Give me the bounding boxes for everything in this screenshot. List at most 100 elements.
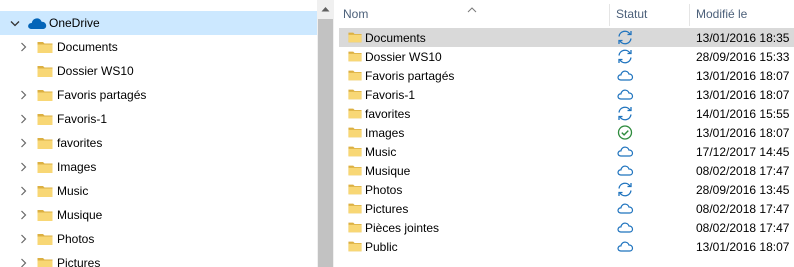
file-modified-date: 13/01/2016 18:07 [696, 69, 790, 83]
sort-ascending-icon [467, 2, 477, 16]
nav-item-label: Photos [57, 232, 95, 246]
file-name: Photos [365, 183, 403, 197]
file-row[interactable]: favorites 14/01/2016 15:55 [339, 104, 794, 123]
column-header-name[interactable]: Nom [343, 0, 368, 28]
chevron-right-icon[interactable] [17, 251, 29, 267]
file-row[interactable]: Pièces jointes 08/02/2018 17:47 [339, 218, 794, 237]
file-name: Dossier WS10 [365, 50, 442, 64]
file-row[interactable]: Favoris partagés 13/01/2016 18:07 [339, 66, 794, 85]
nav-item-label: Favoris-1 [57, 112, 108, 126]
file-name: favorites [365, 107, 411, 121]
file-modified-date: 17/12/2017 14:45 [696, 145, 790, 159]
file-row[interactable]: Public 13/01/2016 18:07 [339, 237, 794, 256]
file-modified-date: 28/09/2016 13:45 [696, 183, 790, 197]
available-check-icon [616, 124, 634, 141]
folder-icon [348, 31, 362, 43]
chevron-right-icon[interactable] [17, 131, 29, 155]
nav-item-folder[interactable]: Favoris partagés [0, 83, 317, 107]
online-only-cloud-icon [616, 143, 634, 160]
nav-item-folder[interactable]: Documents [0, 35, 317, 59]
nav-item-folder[interactable]: Musique [0, 203, 317, 227]
file-modified-date: 13/01/2016 18:07 [696, 240, 790, 254]
file-name: Musique [365, 164, 411, 178]
folder-icon [37, 63, 53, 79]
file-name: Documents [365, 31, 426, 45]
file-name: Images [365, 126, 405, 140]
file-name: Public [365, 240, 398, 254]
file-modified-date: 08/02/2018 17:47 [696, 202, 790, 216]
column-divider[interactable] [689, 4, 690, 26]
sync-pending-icon [616, 181, 634, 198]
nav-item-label: Dossier WS10 [57, 64, 134, 78]
file-row[interactable]: Musique 08/02/2018 17:47 [339, 161, 794, 180]
folder-icon [37, 39, 53, 55]
online-only-cloud-icon [616, 219, 634, 236]
nav-item-folder[interactable]: Pictures [0, 251, 317, 267]
column-header-modified[interactable]: Modifié le [696, 0, 747, 28]
online-only-cloud-icon [616, 162, 634, 179]
online-only-cloud-icon [616, 238, 634, 255]
file-modified-date: 13/01/2016 18:07 [696, 126, 790, 140]
file-modified-date: 28/09/2016 15:33 [696, 50, 790, 64]
folder-icon [37, 159, 53, 175]
nav-item-onedrive[interactable]: OneDrive [0, 11, 317, 35]
file-name: Pictures [365, 202, 409, 216]
online-only-cloud-icon [616, 200, 634, 217]
file-modified-date: 08/02/2018 17:47 [696, 164, 790, 178]
nav-item-label: Documents [57, 40, 118, 54]
scrollbar-thumb[interactable] [318, 19, 333, 267]
sync-pending-icon [616, 48, 634, 65]
scroll-up-arrow-icon[interactable] [317, 0, 334, 17]
file-name: Favoris partagés [365, 69, 455, 83]
folder-icon [348, 145, 362, 157]
file-row[interactable]: Pictures 08/02/2018 17:47 [339, 199, 794, 218]
folder-icon [348, 202, 362, 214]
column-header-status[interactable]: Statut [616, 0, 647, 28]
chevron-down-icon[interactable] [9, 11, 21, 35]
file-name: Music [365, 145, 397, 159]
file-name: Pièces jointes [365, 221, 440, 235]
nav-item-folder[interactable]: favorites [0, 131, 317, 155]
folder-icon [348, 88, 362, 100]
folder-icon [37, 87, 53, 103]
folder-icon [348, 221, 362, 233]
folder-icon [37, 231, 53, 247]
nav-item-label: OneDrive [49, 16, 100, 30]
file-modified-date: 13/01/2016 18:35 [696, 31, 790, 45]
online-only-cloud-icon [616, 86, 634, 103]
nav-item-folder[interactable]: Music [0, 179, 317, 203]
chevron-right-icon[interactable] [17, 179, 29, 203]
nav-item-label: Music [57, 184, 89, 198]
nav-item-label: favorites [57, 136, 103, 150]
nav-item-folder[interactable]: Dossier WS10 [0, 59, 317, 83]
folder-icon [348, 69, 362, 81]
nav-scrollbar[interactable] [317, 0, 334, 267]
sync-pending-icon [616, 105, 634, 122]
column-divider[interactable] [609, 4, 610, 26]
nav-item-folder[interactable]: Photos [0, 227, 317, 251]
nav-item-label: Musique [57, 208, 103, 222]
file-row[interactable]: Favoris-1 13/01/2016 18:07 [339, 85, 794, 104]
folder-icon [37, 207, 53, 223]
file-row[interactable]: Dossier WS10 28/09/2016 15:33 [339, 47, 794, 66]
file-row[interactable]: Documents 13/01/2016 18:35 [339, 28, 794, 47]
chevron-right-icon[interactable] [17, 35, 29, 59]
file-row[interactable]: Music 17/12/2017 14:45 [339, 142, 794, 161]
file-modified-date: 14/01/2016 15:55 [696, 107, 790, 121]
file-name: Favoris-1 [365, 88, 416, 102]
folder-icon [348, 126, 362, 138]
chevron-right-icon[interactable] [17, 203, 29, 227]
folder-icon [348, 183, 362, 195]
folder-icon [348, 50, 362, 62]
file-row[interactable]: Photos 28/09/2016 13:45 [339, 180, 794, 199]
chevron-right-icon[interactable] [17, 107, 29, 131]
chevron-right-icon[interactable] [17, 155, 29, 179]
chevron-right-icon[interactable] [17, 83, 29, 107]
nav-item-folder[interactable]: Favoris-1 [0, 107, 317, 131]
file-modified-date: 13/01/2016 18:07 [696, 88, 790, 102]
file-row[interactable]: Images 13/01/2016 18:07 [339, 123, 794, 142]
chevron-right-icon[interactable] [17, 227, 29, 251]
nav-item-folder[interactable]: Images [0, 155, 317, 179]
nav-item-label: Pictures [57, 256, 101, 267]
folder-icon [37, 255, 53, 267]
